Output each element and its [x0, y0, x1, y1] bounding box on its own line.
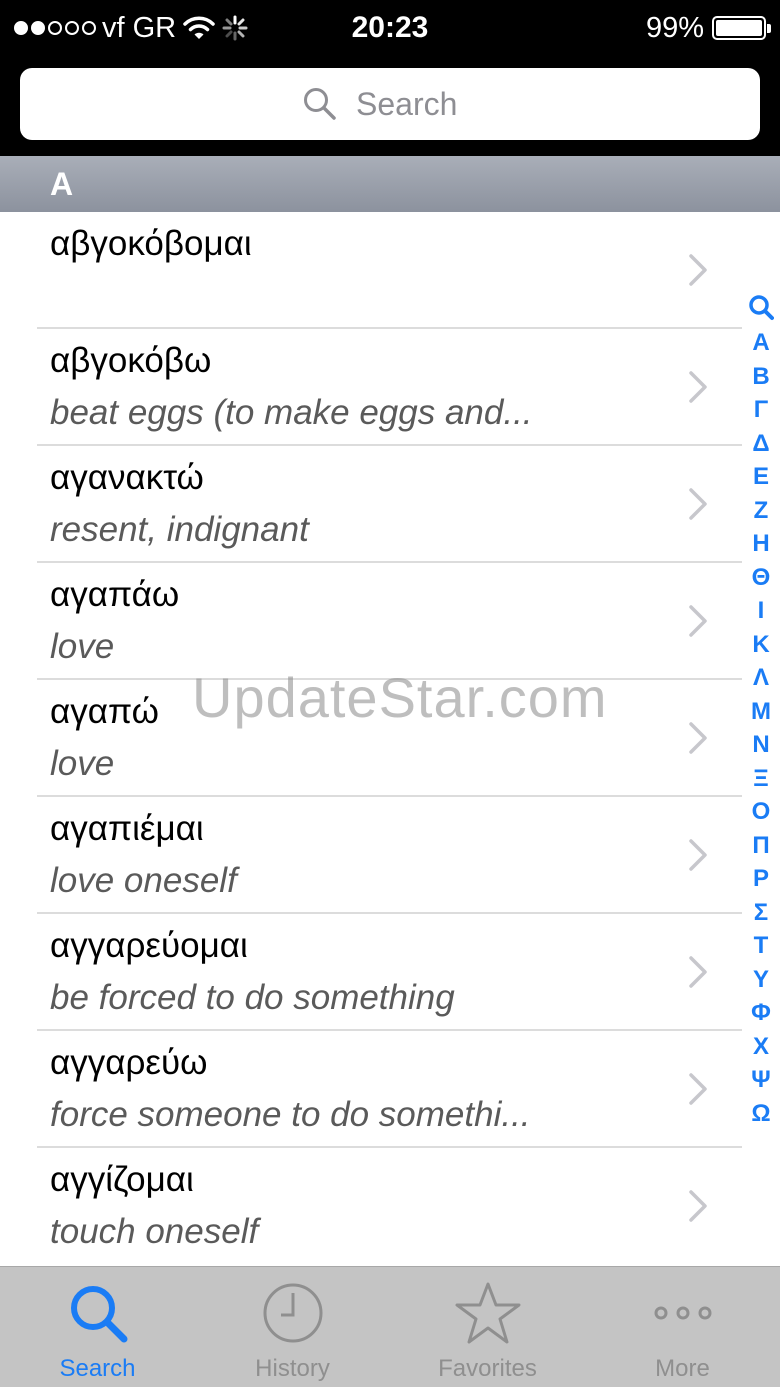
index-letter[interactable]: X — [753, 1030, 769, 1064]
index-letter[interactable]: I — [758, 594, 765, 628]
section-index-bar[interactable]: ABΓΔEZHΘIKΛMNΞOΠPΣTYΦXΨΩ — [742, 292, 780, 1132]
list-item[interactable]: αγανακτώ resent, indignant — [0, 446, 742, 563]
word-text: αγαπιέμαι — [50, 809, 204, 848]
chevron-right-icon — [689, 605, 707, 637]
list-item[interactable]: αγγαρεύομαι be forced to do something — [0, 914, 742, 1031]
activity-spinner-icon — [222, 15, 248, 41]
word-text: αγανακτώ — [50, 458, 204, 497]
list-item[interactable]: αγαπιέμαι love oneself — [0, 797, 742, 914]
word-text: αβγοκόβω — [50, 341, 212, 380]
tab-more[interactable]: More — [585, 1267, 780, 1387]
list-item[interactable]: αγαπώ love — [0, 680, 742, 797]
word-text: αγγίζομαι — [50, 1160, 194, 1199]
list-item[interactable]: αβγοκόβομαι — [0, 212, 742, 329]
index-letter[interactable]: H — [752, 527, 769, 561]
star-icon — [454, 1281, 522, 1350]
carrier-name: vf GR — [102, 11, 177, 44]
index-search-icon[interactable] — [748, 292, 774, 322]
battery-level — [716, 20, 762, 36]
status-left: vf GR — [14, 8, 248, 48]
tab-label: More — [655, 1355, 710, 1382]
index-letter[interactable]: Ω — [751, 1097, 770, 1131]
chevron-right-icon — [689, 956, 707, 988]
index-letter[interactable]: Y — [753, 963, 769, 997]
chevron-right-icon — [689, 1073, 707, 1105]
tab-label: Favorites — [438, 1355, 537, 1382]
list-item[interactable]: αγγίζομαι touch oneself — [0, 1148, 742, 1265]
index-letter[interactable]: M — [751, 695, 771, 729]
word-text: αγγαρεύομαι — [50, 926, 248, 965]
index-letter[interactable]: Γ — [754, 393, 768, 427]
index-letter[interactable]: Z — [754, 494, 769, 528]
index-letter[interactable]: Λ — [753, 661, 769, 695]
index-letter[interactable]: Ψ — [751, 1063, 770, 1097]
search-icon — [304, 88, 336, 120]
tab-bar: Search History Favorites More — [0, 1266, 780, 1387]
index-letter[interactable]: O — [752, 795, 771, 829]
index-letter[interactable]: P — [753, 862, 769, 896]
battery-percent: 99% — [645, 11, 704, 44]
word-list[interactable]: αβγοκόβομαι αβγοκόβω beat eggs (to make eg… — [0, 212, 742, 1266]
word-text: αγαπώ — [50, 692, 159, 731]
index-letter[interactable]: Π — [752, 829, 769, 863]
meaning-text: love — [50, 627, 115, 666]
index-letter[interactable]: Ξ — [753, 762, 768, 796]
tab-label: History — [255, 1355, 330, 1382]
meaning-text: love oneself — [50, 861, 237, 900]
list-item[interactable]: αβγοκόβω beat eggs (to make eggs and... — [0, 329, 742, 446]
index-letter[interactable]: Δ — [752, 427, 769, 461]
meaning-text: be forced to do something — [50, 978, 455, 1017]
index-letter[interactable]: K — [752, 628, 769, 662]
chevron-right-icon — [689, 1190, 707, 1222]
more-dots-icon — [651, 1281, 715, 1350]
list-item[interactable]: αγγαρεύω force someone to do somethi... — [0, 1031, 742, 1148]
index-letter[interactable]: Θ — [752, 561, 771, 595]
word-text: αγαπάω — [50, 575, 180, 614]
tab-favorites[interactable]: Favorites — [390, 1267, 585, 1387]
status-right: 99% — [645, 8, 771, 48]
tab-search[interactable]: Search — [0, 1267, 195, 1387]
chevron-right-icon — [689, 488, 707, 520]
meaning-text: force someone to do somethi... — [50, 1095, 531, 1134]
battery-icon — [712, 16, 771, 40]
list-item[interactable]: αγαπάω love — [0, 563, 742, 680]
signal-strength-icon — [14, 21, 96, 35]
search-icon — [66, 1281, 130, 1350]
tab-history[interactable]: History — [195, 1267, 390, 1387]
clock-icon — [261, 1281, 325, 1350]
index-letter[interactable]: E — [753, 460, 769, 494]
tab-label: Search — [59, 1355, 136, 1382]
index-letter[interactable]: B — [752, 360, 769, 394]
search-header — [0, 56, 780, 156]
word-text: αγγαρεύω — [50, 1043, 208, 1082]
meaning-text: beat eggs (to make eggs and... — [50, 393, 533, 432]
word-text: αβγοκόβομαι — [50, 224, 252, 263]
chevron-right-icon — [689, 371, 707, 403]
meaning-text: resent, indignant — [50, 510, 309, 549]
index-letter[interactable]: T — [754, 929, 769, 963]
search-input[interactable] — [354, 84, 478, 124]
index-letter[interactable]: Σ — [754, 896, 768, 930]
status-bar: vf GR 20:23 99% — [0, 0, 780, 56]
chevron-right-icon — [689, 722, 707, 754]
wifi-icon — [183, 16, 215, 39]
meaning-text: love — [50, 744, 115, 783]
search-bar[interactable] — [20, 68, 760, 140]
section-header: A — [0, 156, 780, 212]
index-letter[interactable]: N — [752, 728, 769, 762]
chevron-right-icon — [689, 839, 707, 871]
chevron-right-icon — [689, 254, 707, 286]
index-letter[interactable]: Φ — [751, 996, 771, 1030]
meaning-text: touch oneself — [50, 1212, 259, 1251]
index-letter[interactable]: A — [752, 326, 769, 360]
